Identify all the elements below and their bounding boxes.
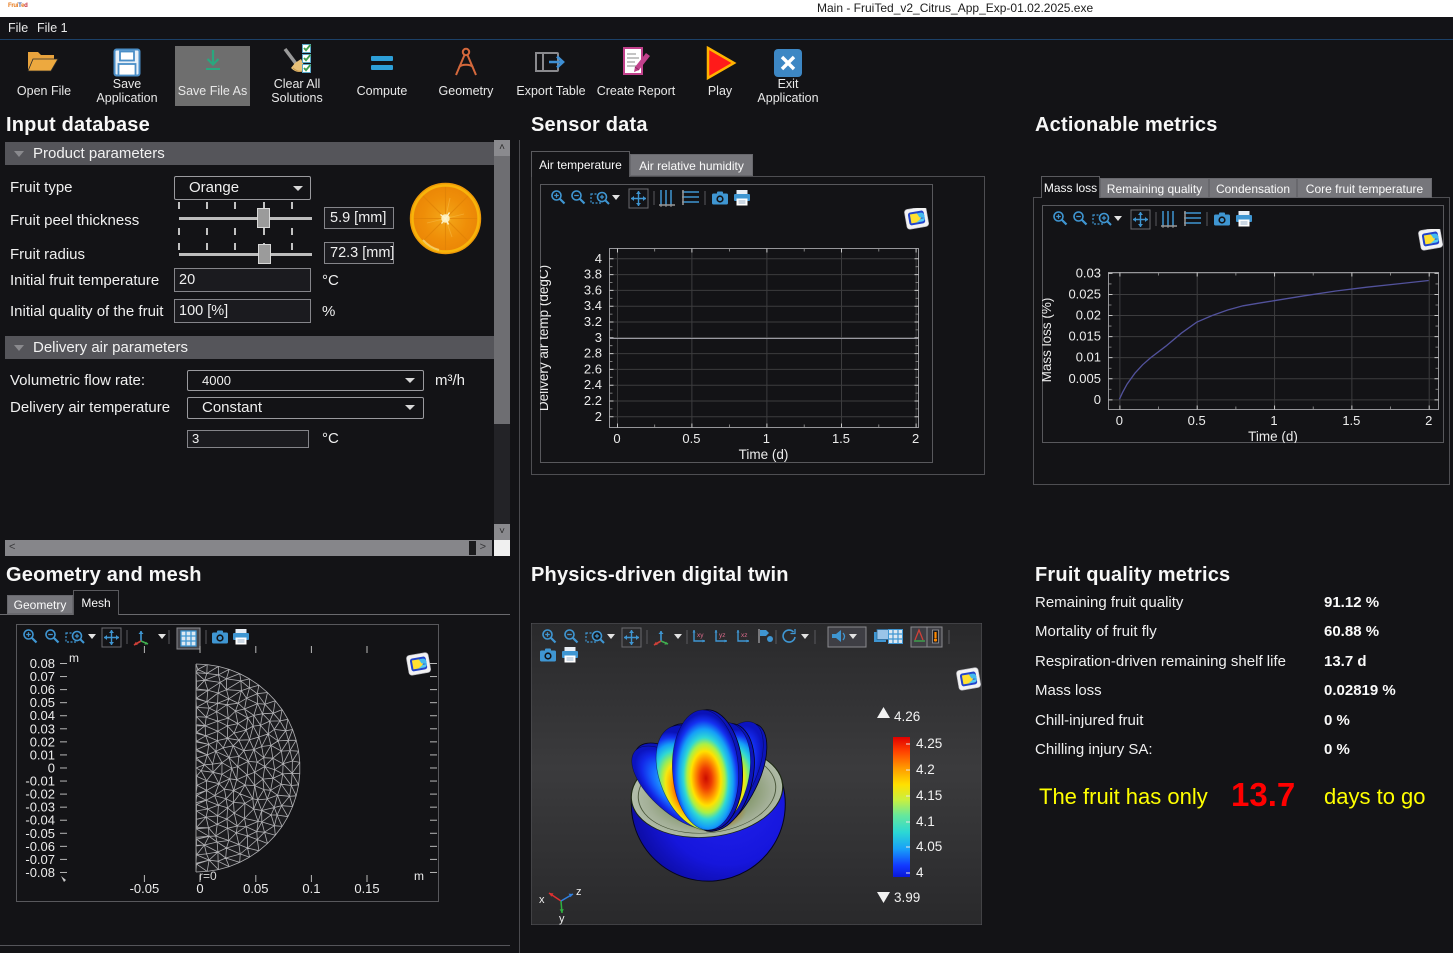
svg-text:0.05: 0.05 (243, 881, 268, 896)
svg-text:4.05: 4.05 (916, 839, 942, 854)
svg-text:x: x (539, 894, 545, 906)
svg-text:1.5: 1.5 (832, 431, 850, 446)
svg-text:0: 0 (613, 431, 620, 446)
svg-text:0.1: 0.1 (302, 881, 320, 896)
svg-text:0.5: 0.5 (682, 431, 700, 446)
svg-text:-0.05: -0.05 (130, 881, 160, 896)
svg-text:m: m (69, 651, 79, 665)
svg-text:2.4: 2.4 (584, 377, 602, 392)
svg-text:0.5: 0.5 (1188, 413, 1206, 428)
svg-text:0.025: 0.025 (1068, 286, 1101, 301)
svg-text:0: 0 (1094, 392, 1101, 407)
svg-text:yz: yz (719, 632, 726, 639)
svg-text:0.015: 0.015 (1068, 329, 1101, 344)
svg-text:xy: xy (697, 632, 704, 639)
svg-text:3.6: 3.6 (584, 282, 602, 297)
svg-text:3.99: 3.99 (894, 890, 920, 905)
svg-text:0: 0 (1116, 413, 1123, 428)
svg-text:3.4: 3.4 (584, 298, 602, 313)
svg-text:2.6: 2.6 (584, 361, 602, 376)
svg-text:4.2: 4.2 (916, 762, 935, 777)
svg-text:3: 3 (595, 330, 602, 345)
svg-text:1: 1 (763, 431, 770, 446)
svg-text:Time (d): Time (d) (1248, 429, 1298, 443)
svg-text:3.8: 3.8 (584, 267, 602, 282)
svg-text:xz: xz (741, 632, 748, 639)
svg-text:0: 0 (196, 881, 203, 896)
svg-text:-0.08: -0.08 (25, 865, 55, 880)
svg-text:Delivery air temp (degC): Delivery air temp (degC) (540, 265, 551, 411)
svg-text:y: y (559, 913, 565, 925)
svg-text:1: 1 (1270, 413, 1277, 428)
svg-text:0.01: 0.01 (1076, 350, 1101, 365)
svg-text:4.25: 4.25 (916, 736, 942, 751)
svg-text:4.15: 4.15 (916, 788, 942, 803)
svg-text:3.2: 3.2 (584, 314, 602, 329)
svg-text:2.8: 2.8 (584, 346, 602, 361)
svg-text:z: z (576, 886, 582, 898)
svg-text:4.1: 4.1 (916, 814, 935, 829)
svg-text:4: 4 (916, 865, 924, 880)
svg-text:1.5: 1.5 (1342, 413, 1360, 428)
svg-text:m: m (414, 869, 424, 883)
svg-text:2: 2 (595, 409, 602, 424)
svg-text:Mass loss (%): Mass loss (%) (1042, 298, 1054, 383)
svg-text:0.15: 0.15 (354, 881, 379, 896)
svg-text:r=0: r=0 (199, 869, 217, 883)
svg-text:0.005: 0.005 (1068, 371, 1101, 386)
svg-text:0.03: 0.03 (1076, 265, 1101, 280)
svg-text:Time (d): Time (d) (739, 447, 789, 462)
svg-text:2.2: 2.2 (584, 393, 602, 408)
svg-text:2: 2 (912, 431, 919, 446)
svg-text:0.02: 0.02 (1076, 308, 1101, 323)
svg-text:4: 4 (595, 251, 602, 266)
svg-text:4.26: 4.26 (894, 709, 920, 724)
svg-text:2: 2 (1425, 413, 1432, 428)
